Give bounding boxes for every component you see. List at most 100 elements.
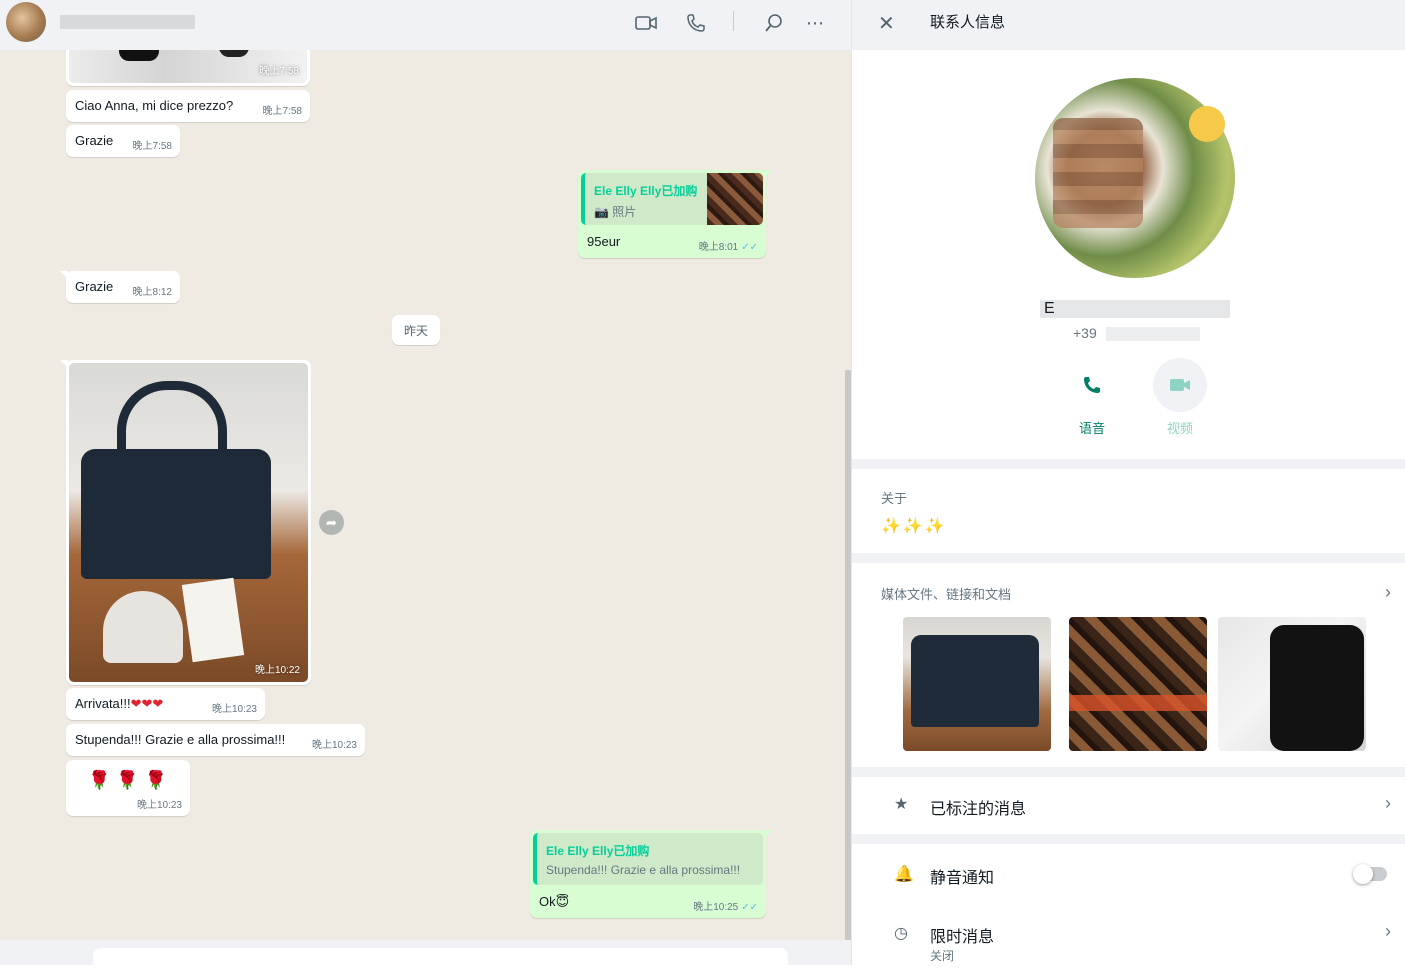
star-icon: ★ — [894, 796, 909, 813]
bubble-tail — [764, 830, 772, 838]
media-thumbnail[interactable] — [1218, 617, 1366, 751]
rose-emoji-icon: 🌹🌹🌹 — [88, 770, 174, 790]
quoted-text: Stupenda!!! Grazie e alla prossima!!! — [546, 863, 741, 877]
contact-name-visible: E — [1044, 300, 1055, 317]
video-call-icon[interactable] — [634, 11, 658, 35]
incoming-message[interactable]: Grazie 晚上8:12 — [60, 271, 180, 303]
disappearing-messages-label: 限时消息 — [930, 929, 995, 946]
outgoing-message[interactable]: Ele Elly Elly已加购 📷 照片 95eur 晚上8:01 ✓✓ — [578, 170, 772, 258]
panel-title: 联系人信息 — [930, 14, 1006, 31]
profile-photo[interactable] — [1035, 78, 1235, 278]
quoted-text-label: 照片 — [612, 205, 637, 219]
panel-header: ✕ 联系人信息 — [852, 0, 1405, 50]
disappearing-messages-value: 关闭 — [930, 949, 955, 963]
quoted-message[interactable]: Ele Elly Elly已加购 Stupenda!!! Grazie e al… — [533, 833, 763, 885]
emoji-icon: 😇 — [555, 894, 570, 909]
about-value: ✨✨✨ — [881, 518, 947, 535]
message-text: Grazie — [75, 133, 114, 148]
photo-message[interactable]: 晚上7:58 — [66, 50, 310, 86]
message-input[interactable] — [93, 948, 788, 970]
incoming-message[interactable]: Arrivata!!!❤❤❤ 晚上10:23 — [66, 688, 265, 720]
photo-bag — [81, 449, 271, 579]
quoted-sender: Ele Elly Elly已加购 — [594, 184, 698, 198]
bubble-tail — [60, 360, 68, 368]
photo-content[interactable]: 晚上7:58 — [69, 50, 307, 83]
timer-icon: ◷ — [894, 925, 908, 942]
contact-info-panel: ✕ 联系人信息 E +39 语音 视频 关于 ✨✨✨ 媒体文件、链接和文档 › … — [852, 0, 1405, 965]
header-separator — [733, 11, 734, 31]
about-label: 关于 — [881, 491, 908, 506]
message-time: 晚上7:58 — [262, 106, 302, 117]
incoming-message[interactable]: Ciao Anna, mi dice prezzo? 晚上7:58 — [66, 90, 310, 122]
message-time: 晚上10:25 ✓✓ — [693, 898, 758, 913]
message-text-label: Ok — [539, 894, 556, 909]
message-text: Arrivata!!!❤❤❤ — [75, 696, 163, 712]
quoted-thumbnail — [707, 173, 763, 225]
settings-section: 🔔 静音通知 ◷ 限时消息 关闭 › — [852, 844, 1405, 965]
phone-icon — [1065, 358, 1119, 412]
contact-phone: +39 — [1073, 325, 1097, 341]
bubble-tail — [764, 170, 772, 178]
media-thumbnail[interactable] — [903, 617, 1051, 751]
voice-call-label: 语音 — [1078, 421, 1105, 436]
media-label[interactable]: 媒体文件、链接和文档 — [881, 584, 1011, 603]
about-section: 关于 ✨✨✨ — [852, 469, 1405, 553]
incoming-message[interactable]: Stupenda!!! Grazie e alla prossima!!! 晚上… — [66, 724, 365, 756]
video-call-label: 视频 — [1166, 421, 1193, 436]
media-section: 媒体文件、链接和文档 › — [852, 563, 1405, 767]
photo-content[interactable]: 晚上10:22 — [69, 363, 308, 682]
phone-redacted — [1106, 327, 1200, 341]
profile-section: E +39 语音 视频 — [852, 50, 1405, 459]
photo-card — [181, 577, 245, 663]
read-receipt-icon: ✓✓ — [741, 242, 758, 253]
close-icon[interactable]: ✕ — [878, 11, 895, 36]
menu-icon[interactable]: ⋯ — [803, 11, 827, 35]
message-text: Grazie — [75, 279, 114, 294]
search-icon[interactable] — [762, 11, 786, 35]
read-receipt-icon: ✓✓ — [741, 902, 758, 913]
media-thumbnail[interactable] — [1069, 617, 1207, 751]
forward-icon[interactable]: ➦ — [319, 510, 344, 535]
message-time: 晚上7:58 — [132, 141, 172, 152]
outgoing-message[interactable]: Ele Elly Elly已加购 Stupenda!!! Grazie e al… — [530, 830, 772, 918]
mute-notifications-label: 静音通知 — [930, 870, 995, 887]
message-time-label: 晚上8:01 — [698, 242, 739, 253]
date-separator: 昨天 — [392, 315, 440, 345]
message-time: 晚上10:23 — [211, 704, 257, 715]
photo-pouch — [103, 591, 183, 663]
voice-call-action[interactable]: 语音 — [1064, 358, 1120, 437]
contact-name-redacted[interactable] — [60, 15, 195, 29]
chevron-right-icon: › — [1385, 921, 1391, 941]
photo-message[interactable]: 晚上10:22 — [60, 360, 311, 685]
video-call-action[interactable]: 视频 — [1152, 358, 1208, 437]
message-time: 晚上8:01 ✓✓ — [699, 238, 758, 253]
chevron-right-icon[interactable]: › — [1385, 582, 1391, 603]
message-time: 晚上10:23 — [136, 800, 182, 811]
chevron-right-icon: › — [1385, 793, 1391, 813]
message-time: 晚上7:58 — [259, 66, 299, 77]
heart-eyes-emoji-icon — [1189, 106, 1225, 142]
incoming-message[interactable]: Grazie 晚上7:58 — [66, 125, 180, 157]
heart-emoji-icon: ❤❤❤ — [130, 696, 164, 711]
message-text: 95eur — [587, 234, 621, 249]
mute-toggle[interactable] — [1353, 864, 1387, 884]
message-time: 晚上8:12 — [132, 287, 172, 298]
contact-name: E — [1040, 300, 1230, 318]
composer — [0, 940, 851, 970]
chat-pane: ⋯ 晚上7:58 Ciao Anna, mi dice prezzo? 晚上7:… — [0, 0, 851, 970]
starred-messages-row[interactable]: ★ 已标注的消息 › — [852, 777, 1405, 834]
message-time: 晚上10:22 — [254, 665, 300, 676]
voice-call-icon[interactable] — [684, 11, 708, 35]
quoted-message[interactable]: Ele Elly Elly已加购 📷 照片 — [581, 173, 763, 225]
toggle-knob — [1353, 864, 1373, 884]
disappearing-messages-row[interactable]: ◷ 限时消息 关闭 › — [852, 906, 1405, 965]
video-icon — [1153, 358, 1207, 412]
chat-header: ⋯ — [0, 0, 851, 51]
contact-avatar[interactable] — [6, 2, 46, 42]
mute-notifications-row[interactable]: 🔔 静音通知 — [852, 844, 1405, 904]
photo-blur — [1053, 118, 1143, 228]
message-text-label: Arrivata!!! — [75, 696, 131, 711]
starred-messages-label: 已标注的消息 — [930, 801, 1027, 818]
message-list[interactable]: 晚上7:58 Ciao Anna, mi dice prezzo? 晚上7:58… — [0, 50, 851, 940]
incoming-message[interactable]: 🌹🌹🌹 晚上10:23 — [66, 760, 190, 816]
